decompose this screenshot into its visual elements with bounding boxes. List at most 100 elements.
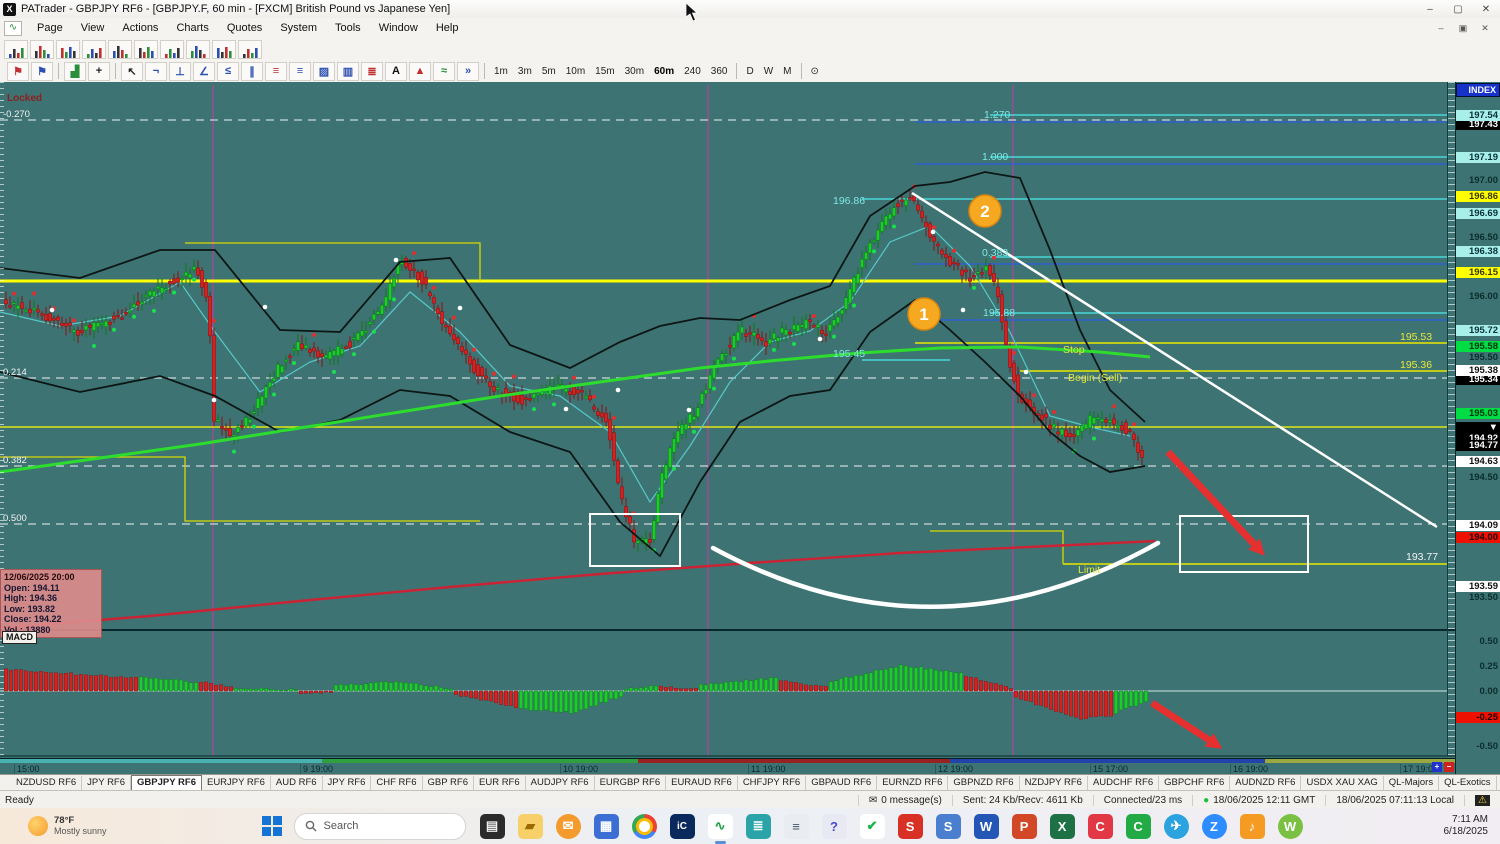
trend-diagonal-icon[interactable]: ∠ [193, 61, 215, 81]
timeframe-10m[interactable]: 10m [561, 65, 590, 78]
crosshair-icon[interactable]: + [88, 61, 110, 81]
tab-gbpjpy-rf6[interactable]: GBPJPY RF6 [131, 775, 202, 791]
telegram-icon[interactable]: ✈ [1163, 813, 1189, 839]
timeframe-1m[interactable]: 1m [489, 65, 513, 78]
channel-icon[interactable]: ∥ [241, 61, 263, 81]
marker-blue-icon[interactable]: ⚑ [31, 61, 53, 81]
notes-app-icon[interactable]: ≣ [745, 813, 771, 839]
tab-aud-rf6[interactable]: AUD RF6 [271, 776, 323, 790]
ic-markets-icon[interactable]: iC [669, 813, 695, 839]
timeframe-15m[interactable]: 15m [590, 65, 619, 78]
overflow-icon[interactable]: » [457, 61, 479, 81]
chart-style-3-icon[interactable] [56, 39, 80, 59]
price-axis[interactable]: INDEX 197.43 197.54 197.19 197.00 196.86 196.… [1455, 82, 1500, 774]
tab-audjpy-rf6[interactable]: AUDJPY RF6 [526, 776, 595, 790]
tab-eurgbp-rf6[interactable]: EURGBP RF6 [595, 776, 667, 790]
tab-nzdusd-rf6[interactable]: NZDUSD RF6 [11, 776, 83, 790]
tab-eurnzd-rf6[interactable]: EURNZD RF6 [877, 776, 949, 790]
camtasia-icon[interactable]: C [1125, 813, 1151, 839]
time-axis[interactable]: 15:00 9 19:00 10 19:00 11 19:00 12 19:00 15 1… [0, 758, 1455, 775]
excel-icon[interactable]: X [1049, 813, 1075, 839]
timeframe-360[interactable]: 360 [706, 65, 733, 78]
hatch-icon[interactable]: ▨ [313, 61, 335, 81]
menu-tools[interactable]: Tools [326, 20, 370, 36]
menu-system[interactable]: System [271, 20, 326, 36]
marker-red-icon[interactable]: ⚑ [7, 61, 29, 81]
tab-euraud-rf6[interactable]: EURAUD RF6 [666, 776, 738, 790]
start-button[interactable] [261, 816, 282, 836]
mail-app-icon[interactable]: ✉ [555, 813, 581, 839]
menu-view[interactable]: View [72, 20, 114, 36]
period-w[interactable]: W [759, 65, 778, 78]
mini-chart2-icon[interactable]: ≈ [433, 61, 455, 81]
period-m[interactable]: M [778, 65, 796, 78]
chart-style-10-icon[interactable] [238, 39, 262, 59]
timeframe-30m[interactable]: 30m [620, 65, 649, 78]
hlines-red2-icon[interactable]: ≣ [361, 61, 383, 81]
chart-style-6-icon[interactable] [134, 39, 158, 59]
hlines-blue-icon[interactable]: ≡ [289, 61, 311, 81]
timeframe-240[interactable]: 240 [679, 65, 706, 78]
w-app-icon[interactable]: W [1277, 813, 1303, 839]
calculator-icon[interactable]: ▦ [593, 813, 619, 839]
clickup-icon[interactable]: C [1087, 813, 1113, 839]
tab-audchf-rf6[interactable]: AUDCHF RF6 [1088, 776, 1160, 790]
hlines-red-icon[interactable]: ≡ [265, 61, 287, 81]
tab-eur-rf6[interactable]: EUR RF6 [474, 776, 526, 790]
maximize-button[interactable]: ▢ [1444, 4, 1472, 15]
chart-canvas[interactable]: 2 1 196.86 1.270 1.000 0.383 195.88 195.45 Stop B… [0, 82, 1455, 758]
powerpoint-icon[interactable]: P [1011, 813, 1037, 839]
music-app-icon[interactable]: ♪ [1239, 813, 1265, 839]
file-explorer-icon[interactable]: ▰ [517, 813, 543, 839]
tab-ql-majors[interactable]: QL-Majors [1384, 776, 1440, 790]
tab-jpy-rf6[interactable]: JPY RF6 [323, 776, 372, 790]
tab-chfjpy-rf6[interactable]: CHFJPY RF6 [738, 776, 807, 790]
mdi-minimize-button[interactable]: – [1430, 23, 1452, 34]
tab-nzdjpy-rf6[interactable]: NZDJPY RF6 [1020, 776, 1088, 790]
chart-style-8-icon[interactable] [186, 39, 210, 59]
close-button[interactable]: ✕ [1472, 4, 1500, 15]
chart-style-7-icon[interactable] [160, 39, 184, 59]
tab-usdx-rf[interactable]: USDX RF [1497, 776, 1500, 790]
mdi-close-button[interactable]: ✕ [1474, 23, 1496, 34]
tab-gbp-rf6[interactable]: GBP RF6 [423, 776, 474, 790]
tab-jpy-rf6[interactable]: JPY RF6 [82, 776, 132, 790]
chart-style-4-icon[interactable] [82, 39, 106, 59]
trend-vertical-icon[interactable]: ⊥ [169, 61, 191, 81]
tab-eurjpy-rf6[interactable]: EURJPY RF6 [202, 776, 271, 790]
chart-style-2-icon[interactable] [30, 39, 54, 59]
files-app-icon[interactable]: ▤ [479, 813, 505, 839]
clock-icon[interactable]: ⊙ [806, 65, 824, 78]
help-app-icon[interactable]: ? [821, 813, 847, 839]
pointer-icon[interactable]: ↖ [121, 61, 143, 81]
bars-vertical-icon[interactable]: ▥ [337, 61, 359, 81]
tab-gbpaud-rf6[interactable]: GBPAUD RF6 [806, 776, 878, 790]
chart-style-5-icon[interactable] [108, 39, 132, 59]
chrome-icon[interactable] [631, 813, 657, 839]
chart-area[interactable]: 2 1 196.86 1.270 1.000 0.383 195.88 195.45 Stop B… [0, 82, 1500, 775]
minimize-button[interactable]: – [1416, 4, 1444, 15]
tab-usdx-xau-xag[interactable]: USDX XAU XAG [1301, 776, 1384, 790]
timeframe-5m[interactable]: 5m [537, 65, 561, 78]
notepad-icon[interactable]: ≡ [783, 813, 809, 839]
zoom-icon[interactable]: Z [1201, 813, 1227, 839]
chart-style-9-icon[interactable] [212, 39, 236, 59]
system-tray-clock[interactable]: 7:11 AM 6/18/2025 [1444, 814, 1489, 838]
patrader-icon[interactable]: ∿ [707, 813, 733, 844]
timeframe-60m[interactable]: 60m [649, 65, 679, 78]
tab-ql-exotics[interactable]: QL-Exotics [1439, 776, 1497, 790]
tab-audnzd-rf6[interactable]: AUDNZD RF6 [1230, 776, 1302, 790]
sketch-app-icon[interactable]: S [897, 813, 923, 839]
menu-help[interactable]: Help [427, 20, 468, 36]
zoom-in-button[interactable]: + [1432, 762, 1442, 772]
search-input[interactable]: Search [293, 812, 466, 840]
zoom-out-button[interactable]: − [1444, 762, 1454, 772]
menu-actions[interactable]: Actions [113, 20, 167, 36]
menu-window[interactable]: Window [370, 20, 427, 36]
chart-style-1-icon[interactable] [4, 39, 28, 59]
indicator-icon[interactable]: ▟ [64, 61, 86, 81]
weather-widget[interactable]: 78°F Mostly sunny [28, 815, 107, 837]
menu-page[interactable]: Page [28, 20, 72, 36]
period-d[interactable]: D [741, 65, 758, 78]
tab-chf-rf6[interactable]: CHF RF6 [371, 776, 423, 790]
